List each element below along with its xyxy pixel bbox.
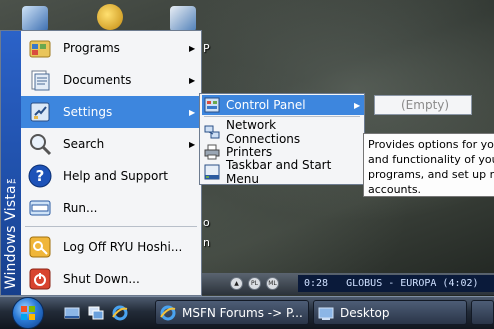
tooltip-line: programs, and set up ne [368, 168, 494, 181]
tooltip-line: and functionality of you [368, 153, 494, 166]
run-icon [27, 195, 53, 221]
desktop-icon-network[interactable] [170, 6, 196, 32]
taskbar-button-label: Desktop [340, 305, 390, 320]
menu-item-label: Documents [63, 73, 132, 87]
empty-placeholder: (Empty) [401, 98, 450, 112]
media-library-button[interactable]: ML [266, 277, 279, 290]
media-time: 0:28 [304, 278, 329, 289]
menu-item-help[interactable]: ? Help and Support [21, 160, 201, 192]
menu-separator [25, 226, 197, 227]
windows-logo-icon [12, 297, 44, 329]
desktop-icon-label-fragment: o [203, 216, 210, 229]
settings-submenu: Control Panel ▶ Network Connections Prin… [199, 93, 365, 186]
svg-text:?: ? [36, 167, 45, 185]
tooltip: Provides options for you and functionali… [363, 133, 494, 197]
submenu-item-taskbar-start-menu[interactable]: Taskbar and Start Menu [202, 158, 364, 186]
menu-item-label: Run... [63, 201, 98, 215]
menu-item-label: Settings [63, 105, 113, 119]
menu-item-label: Shut Down... [63, 272, 140, 286]
help-icon: ? [27, 163, 53, 189]
media-player-bar: ▲ PL ML 0:28 GLOBUS - EUROPA (4:02) [202, 273, 494, 295]
menu-item-programs[interactable]: Programs ▶ [21, 32, 201, 64]
submenu-item-control-panel[interactable]: Control Panel ▶ [202, 95, 364, 115]
network-connections-icon [204, 125, 220, 139]
search-icon [27, 131, 53, 157]
menu-item-run[interactable]: Run... [21, 192, 201, 224]
chevron-right-icon: ▶ [354, 100, 361, 110]
control-panel-icon [204, 97, 220, 113]
submenu-item-label: Control Panel [226, 98, 306, 112]
playlist-button[interactable]: PL [248, 277, 261, 290]
window-switcher-icon[interactable] [88, 305, 104, 321]
media-display: 0:28 GLOBUS - EUROPA (4:02) [298, 275, 494, 292]
taskbar-icon [204, 164, 220, 180]
menu-item-label: Programs [63, 41, 120, 55]
chevron-right-icon: ▶ [189, 43, 196, 53]
folder-icon [318, 307, 334, 320]
documents-icon [27, 67, 53, 93]
taskbar-button-overflow[interactable] [471, 300, 494, 325]
menu-item-settings[interactable]: Settings ▶ [21, 96, 201, 128]
desktop-icon-label-fragment: P [203, 42, 210, 55]
internet-explorer-icon[interactable] [112, 305, 128, 321]
desktop-icon-computer[interactable] [22, 6, 48, 32]
media-track-title: GLOBUS - EUROPA (4:02) [346, 278, 479, 289]
submenu-item-network-connections[interactable]: Network Connections [202, 118, 364, 146]
menu-item-label: Help and Support [63, 169, 168, 183]
eject-button[interactable]: ▲ [230, 277, 243, 290]
desktop-icon-arabic-logo[interactable] [97, 4, 123, 30]
submenu-item-label: Printers [226, 145, 273, 159]
taskbar: MSFN Forums -> P... Desktop [0, 296, 494, 329]
menu-item-shut-down[interactable]: Shut Down... [21, 263, 201, 295]
programs-icon [27, 35, 53, 61]
submenu-item-label: Taskbar and Start Menu [226, 158, 332, 186]
submenu-separator [204, 116, 360, 117]
start-menu-brand: Windows Vista™ [3, 168, 19, 289]
taskbar-button-desktop[interactable]: Desktop [313, 300, 467, 325]
menu-item-log-off[interactable]: Log Off RYU Hoshi... [21, 231, 201, 263]
browser-icon [160, 305, 176, 320]
log-off-icon [27, 234, 53, 260]
printers-icon [204, 144, 220, 160]
menu-item-search[interactable]: Search ▶ [21, 128, 201, 160]
tooltip-line: accounts. [368, 183, 422, 196]
taskbar-button-msfn-forums[interactable]: MSFN Forums -> P... [155, 300, 309, 325]
desktop-icon-label-fragment: n [203, 236, 210, 249]
shutdown-icon [27, 266, 53, 292]
menu-item-label: Search [63, 137, 105, 151]
control-panel-submenu: (Empty) [374, 95, 472, 115]
settings-icon [27, 99, 53, 125]
menu-item-documents[interactable]: Documents ▶ [21, 64, 201, 96]
start-button[interactable] [8, 297, 48, 329]
tooltip-line: Provides options for you [368, 138, 494, 151]
start-menu-brand-band: Windows Vista™ [1, 31, 21, 295]
start-menu: Windows Vista™ Programs ▶ Documents ▶ Se… [0, 30, 202, 296]
taskbar-button-label: MSFN Forums -> P... [182, 305, 303, 320]
menu-item-label: Log Off RYU Hoshi... [63, 240, 183, 254]
chevron-right-icon: ▶ [189, 75, 196, 85]
show-desktop-icon[interactable] [64, 305, 80, 321]
